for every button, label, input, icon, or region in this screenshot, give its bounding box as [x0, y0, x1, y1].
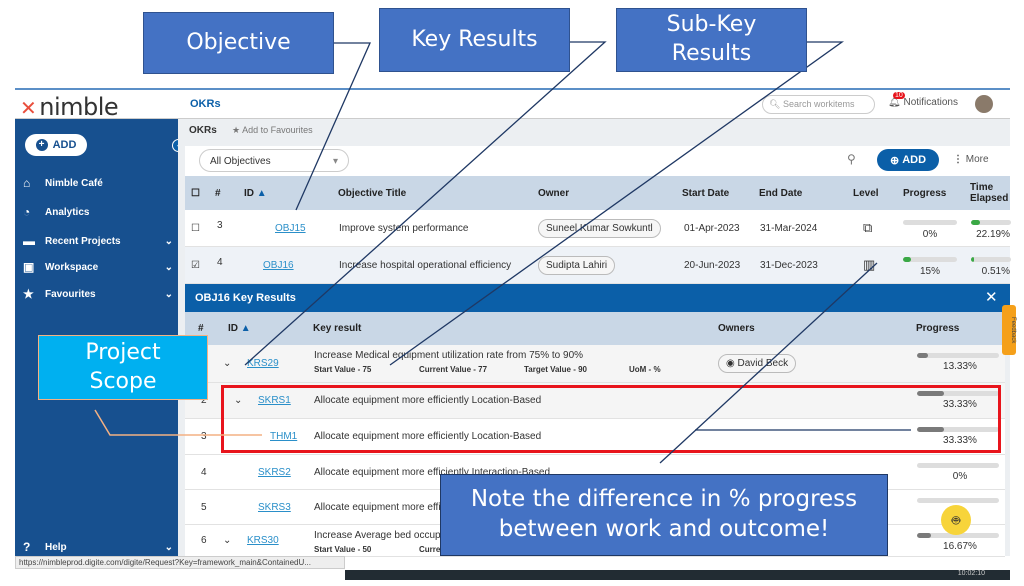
sub-key-results-callout: Sub-Key Results [616, 8, 807, 72]
project-scope-callout: Project Scope [38, 335, 208, 400]
key-results-callout: Key Results [379, 8, 570, 72]
note-pointer-1 [659, 262, 878, 464]
scope-pointer [94, 409, 262, 436]
sub-key-pointer [389, 41, 845, 366]
objective-callout: Objective [143, 12, 334, 74]
note-callout: Note the difference in % progress betwee… [440, 474, 888, 556]
